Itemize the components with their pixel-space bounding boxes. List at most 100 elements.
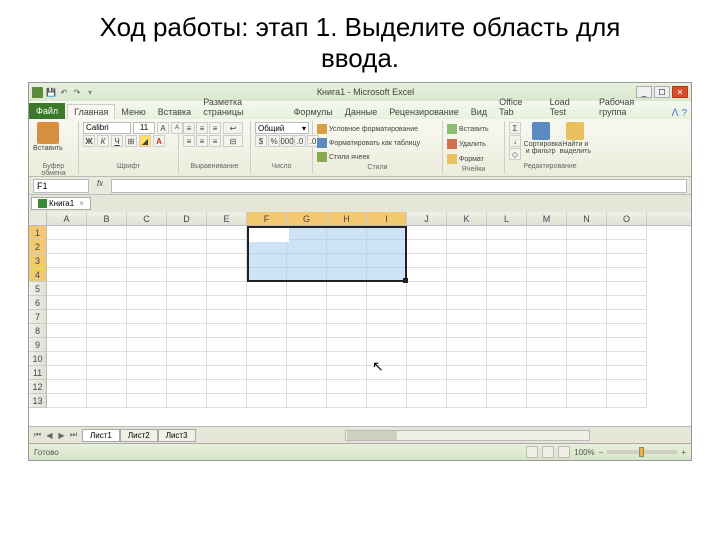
increase-font-button[interactable]: A [157,122,169,134]
cell[interactable] [167,366,207,380]
cell[interactable] [447,338,487,352]
cell[interactable] [327,240,367,254]
row-header-11[interactable]: 11 [29,366,46,380]
cell[interactable] [327,338,367,352]
cell[interactable] [247,338,287,352]
cell[interactable] [287,282,327,296]
cell[interactable] [367,338,407,352]
cell[interactable] [527,254,567,268]
cell[interactable] [487,366,527,380]
row-header-4[interactable]: 4 [29,268,46,282]
cell[interactable] [607,240,647,254]
cell[interactable] [607,296,647,310]
align-center-button[interactable]: ≡ [196,135,208,147]
qat-dropdown-icon[interactable]: ▾ [85,87,95,97]
cell[interactable] [367,254,407,268]
horizontal-scrollbar[interactable] [345,430,590,441]
cell[interactable] [207,240,247,254]
workbook-tab-close[interactable]: × [79,199,84,208]
cell[interactable] [407,296,447,310]
cell[interactable] [167,352,207,366]
col-header-O[interactable]: O [607,212,647,225]
cell[interactable] [487,380,527,394]
cell[interactable] [87,226,127,240]
cell[interactable] [87,394,127,408]
cell[interactable] [247,380,287,394]
cell[interactable] [407,226,447,240]
cell[interactable] [327,226,367,240]
tab-office-tab[interactable]: Office Tab [493,95,544,119]
cell[interactable] [367,324,407,338]
cell[interactable] [607,394,647,408]
cell[interactable] [367,268,407,282]
cell[interactable] [527,394,567,408]
cell[interactable] [47,254,87,268]
cell[interactable] [527,310,567,324]
cell[interactable] [607,310,647,324]
cell[interactable] [527,296,567,310]
clear-button[interactable]: ◇ [509,148,521,160]
align-top-button[interactable]: ≡ [183,122,195,134]
conditional-formatting-button[interactable]: Условное форматирование [317,122,418,136]
cell[interactable] [487,282,527,296]
cell[interactable] [487,296,527,310]
row-header-3[interactable]: 3 [29,254,46,268]
cell[interactable] [327,366,367,380]
col-header-K[interactable]: K [447,212,487,225]
cell[interactable] [487,338,527,352]
align-bottom-button[interactable]: ≡ [209,122,221,134]
tab-page-layout[interactable]: Разметка страницы [197,95,287,119]
cell[interactable] [247,296,287,310]
cell[interactable] [207,254,247,268]
formula-bar[interactable] [111,179,687,193]
cell[interactable] [287,324,327,338]
cell[interactable] [567,324,607,338]
cell[interactable] [167,324,207,338]
cell[interactable] [87,380,127,394]
cell[interactable] [327,282,367,296]
cell[interactable] [167,338,207,352]
sheet-tab-2[interactable]: Лист2 [120,429,158,442]
cell[interactable] [487,226,527,240]
border-button[interactable]: ⊞ [125,135,137,147]
col-header-A[interactable]: A [47,212,87,225]
row-header-8[interactable]: 8 [29,324,46,338]
cell[interactable] [607,254,647,268]
zoom-in-button[interactable]: + [681,448,686,457]
cell[interactable] [447,254,487,268]
col-header-N[interactable]: N [567,212,607,225]
row-header-5[interactable]: 5 [29,282,46,296]
cell[interactable] [567,394,607,408]
cell[interactable] [567,254,607,268]
minimize-ribbon-icon[interactable]: ᐱ [672,108,679,119]
sort-filter-button[interactable]: Сортировка и фильтр [524,122,558,155]
row-header-9[interactable]: 9 [29,338,46,352]
cell[interactable] [367,310,407,324]
close-button[interactable]: ✕ [672,86,688,98]
align-left-button[interactable]: ≡ [183,135,195,147]
cell[interactable] [47,282,87,296]
cell[interactable] [487,268,527,282]
col-header-F[interactable]: F [247,212,287,225]
cell[interactable] [407,310,447,324]
cell[interactable] [287,310,327,324]
cell[interactable] [167,226,207,240]
increase-decimal-button[interactable]: .0 [294,135,306,147]
cell[interactable] [607,352,647,366]
cell[interactable] [207,352,247,366]
page-break-view-button[interactable] [558,446,570,458]
cell[interactable] [207,338,247,352]
cell[interactable] [327,352,367,366]
cell[interactable] [447,310,487,324]
cell[interactable] [407,254,447,268]
cell[interactable] [527,338,567,352]
tab-insert[interactable]: Вставка [152,105,197,119]
cell[interactable] [167,380,207,394]
cell[interactable] [287,226,327,240]
cell[interactable] [207,310,247,324]
cell[interactable] [247,394,287,408]
zoom-slider[interactable] [607,450,677,454]
cell[interactable] [287,338,327,352]
sheet-next-icon[interactable]: ▶ [56,430,67,441]
cell[interactable] [207,226,247,240]
